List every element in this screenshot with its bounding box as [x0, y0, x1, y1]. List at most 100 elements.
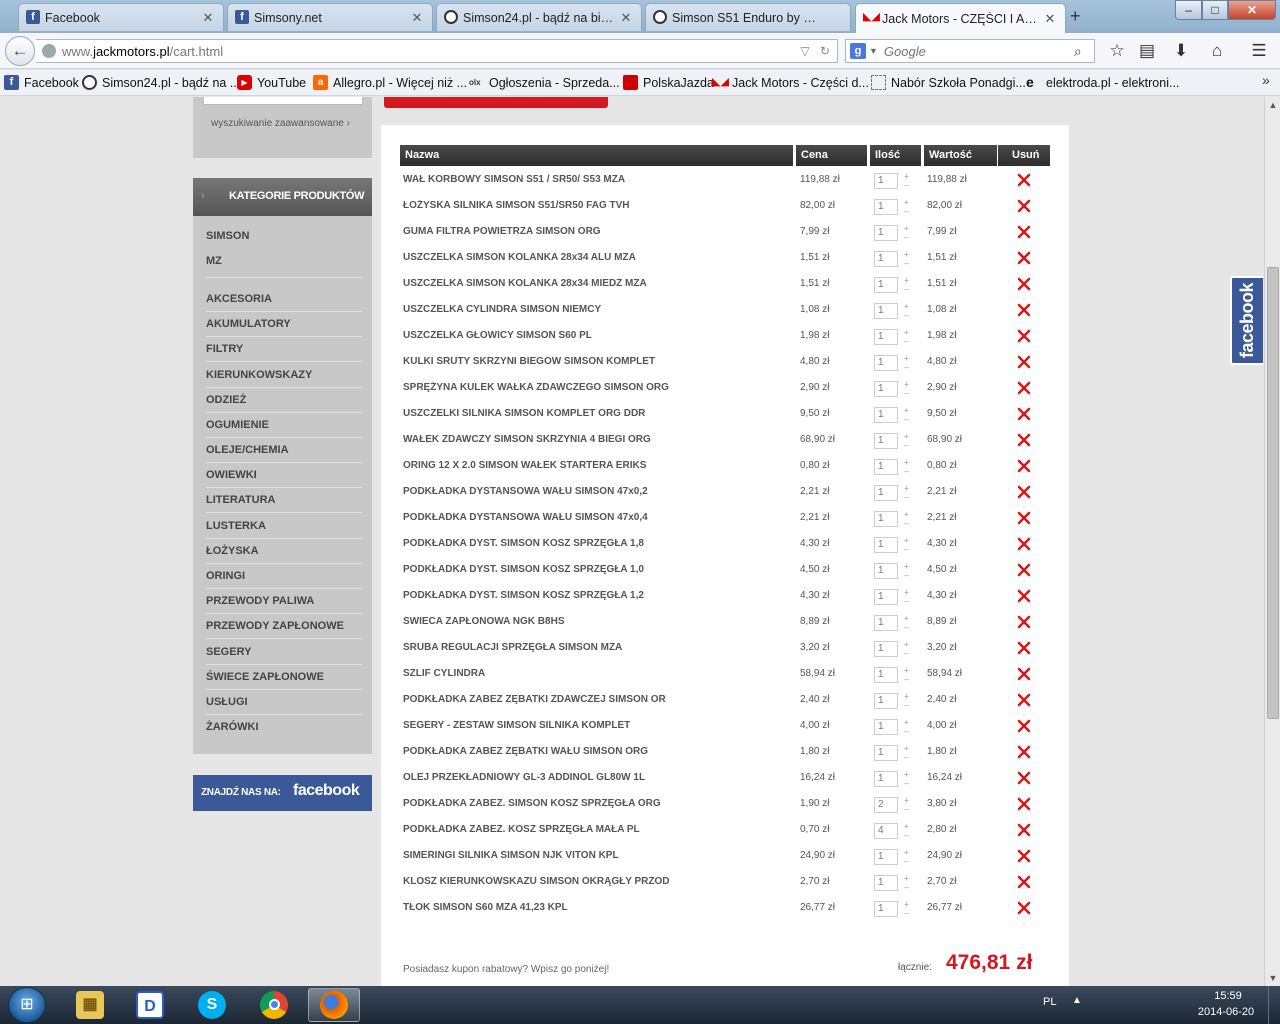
product-name[interactable]: PODKŁADKA DYSTANSOWA WAŁU SIMSON 47x0,2 — [403, 486, 793, 497]
remove-item-icon[interactable] — [1016, 562, 1032, 578]
category-simson[interactable]: SIMSON — [206, 224, 362, 249]
product-name[interactable]: OLEJ PRZEKŁADNIOWY GL-3 ADDINOL GL80W 1L — [403, 772, 793, 783]
bookmark-jack-motors[interactable]: ◣◢ Jack Motors - Części d... — [712, 75, 869, 90]
show-desktop-button[interactable] — [1268, 986, 1280, 1024]
back-button[interactable]: ← — [5, 36, 35, 66]
product-name[interactable]: WAŁEK ZDAWCZY SIMSON SKRZYNIA 4 BIEGI OR… — [403, 434, 793, 445]
page-scrollbar[interactable]: ▲ ▼ — [1264, 97, 1280, 986]
quantity-stepper[interactable]: + – — [902, 900, 911, 918]
remove-item-icon[interactable] — [1016, 380, 1032, 396]
remove-item-icon[interactable] — [1016, 536, 1032, 552]
category-akumulatory[interactable]: AKUMULATORY — [206, 312, 362, 337]
quantity-input[interactable]: 1 — [874, 771, 898, 787]
remove-item-icon[interactable] — [1016, 224, 1032, 240]
tab-simson-enduro[interactable]: Simson S51 Enduro by Dan... — [645, 3, 851, 31]
quantity-stepper[interactable]: + – — [902, 744, 911, 762]
bookmarks-list-icon[interactable]: ▤ — [1136, 41, 1158, 63]
increase-icon[interactable]: + — [904, 874, 909, 883]
increase-icon[interactable]: + — [904, 900, 909, 909]
quantity-input[interactable]: 1 — [874, 485, 898, 501]
increase-icon[interactable]: + — [904, 250, 909, 259]
quantity-input[interactable]: 1 — [874, 875, 898, 891]
decrease-icon[interactable]: – — [904, 597, 908, 606]
decrease-icon[interactable]: – — [904, 363, 908, 372]
product-name[interactable]: SIMERINGI SILNIKA SIMSON NJK VITON KPL — [403, 850, 793, 861]
decrease-icon[interactable]: – — [904, 285, 908, 294]
quantity-stepper[interactable]: + – — [902, 380, 911, 398]
minimize-button[interactable]: – — [1175, 0, 1202, 20]
quantity-input[interactable]: 1 — [874, 251, 898, 267]
decrease-icon[interactable]: – — [904, 805, 908, 814]
close-window-button[interactable]: ✕ — [1228, 0, 1276, 20]
tray-expand-icon[interactable]: ▲ — [1072, 995, 1082, 1006]
maximize-button[interactable]: □ — [1202, 0, 1228, 20]
decrease-icon[interactable]: – — [904, 675, 908, 684]
quantity-stepper[interactable]: + – — [902, 874, 911, 892]
product-name[interactable]: ORING 12 X 2.0 SIMSON WAŁEK STARTERA ERI… — [403, 460, 793, 471]
category-lusterka[interactable]: LUSTERKA — [206, 514, 362, 539]
quantity-input[interactable]: 2 — [874, 797, 898, 813]
bookmark-youtube[interactable]: ▶ YouTube — [237, 75, 306, 90]
facebook-side-tab[interactable]: facebook — [1230, 276, 1263, 365]
product-name[interactable]: KLOSZ KIERUNKOWSKAZU SIMSON OKRĄGŁY PRZÓ… — [403, 876, 793, 887]
product-search-input[interactable] — [203, 97, 363, 105]
new-tab-button[interactable]: + — [1070, 6, 1081, 27]
product-name[interactable]: ŚRUBA REGULACJI SPRZĘGŁA SIMSON MZA — [403, 642, 793, 653]
decrease-icon[interactable]: – — [904, 857, 908, 866]
search-icon[interactable]: ⌕ — [1074, 43, 1082, 60]
category-mz[interactable]: MZ — [206, 249, 362, 278]
product-name[interactable]: PODKŁADKA ZABEZ ZĘBATKI WAŁU SIMSON ORG — [403, 746, 793, 757]
taskbar-explorer[interactable]: ▦ — [64, 988, 116, 1022]
quantity-stepper[interactable]: + – — [902, 848, 911, 866]
advanced-search-link[interactable]: wyszukiwanie zaawansowane › — [211, 118, 350, 129]
start-button[interactable]: ⊞ — [8, 987, 46, 1023]
increase-icon[interactable]: + — [904, 276, 909, 285]
quantity-stepper[interactable]: + – — [902, 406, 911, 424]
increase-icon[interactable]: + — [904, 718, 909, 727]
remove-item-icon[interactable] — [1016, 432, 1032, 448]
quantity-input[interactable]: 1 — [874, 901, 898, 917]
quantity-input[interactable]: 1 — [874, 537, 898, 553]
remove-item-icon[interactable] — [1016, 640, 1032, 656]
quantity-stepper[interactable]: + – — [902, 666, 911, 684]
quantity-input[interactable]: 4 — [874, 823, 898, 839]
category-oleje-chemia[interactable]: OLEJE/CHEMIA — [206, 438, 362, 463]
reload-icon[interactable]: ↻ — [817, 44, 833, 58]
bookmark-allegro[interactable]: a Allegro.pl - Więcej niż ... — [313, 75, 467, 90]
quantity-stepper[interactable]: + – — [902, 224, 911, 242]
quantity-input[interactable]: 1 — [874, 849, 898, 865]
bookmark-polskajazda[interactable]: PolskaJazda — [623, 75, 714, 90]
taskbar-d-app[interactable]: D — [124, 988, 176, 1022]
decrease-icon[interactable]: – — [904, 389, 908, 398]
quantity-input[interactable]: 1 — [874, 277, 898, 293]
dropdown-arrow-icon[interactable]: ▽ — [797, 44, 813, 58]
decrease-icon[interactable]: – — [904, 831, 908, 840]
category-owiewki[interactable]: OWIEWKI — [206, 463, 362, 488]
product-name[interactable]: USZCZELKA SIMSON KOLANKA 28x34 MIEDŹ MZA — [403, 278, 793, 289]
product-name[interactable]: PODKŁADKA ZABEZ. SIMSON KOSZ SPRZĘGŁA OR… — [403, 798, 793, 809]
quantity-input[interactable]: 1 — [874, 719, 898, 735]
quantity-input[interactable]: 1 — [874, 641, 898, 657]
quantity-stepper[interactable]: + – — [902, 562, 911, 580]
remove-item-icon[interactable] — [1016, 770, 1032, 786]
quantity-input[interactable]: 1 — [874, 303, 898, 319]
google-icon[interactable]: g — [850, 43, 866, 59]
remove-item-icon[interactable] — [1016, 250, 1032, 266]
taskbar-firefox[interactable] — [308, 988, 360, 1022]
product-name[interactable]: SPRĘŻYNA KULEK WAŁKA ZDAWCZEGO SIMSON OR… — [403, 382, 793, 393]
category-ogumienie[interactable]: OGUMIENIE — [206, 413, 362, 438]
decrease-icon[interactable]: – — [904, 701, 908, 710]
language-indicator[interactable]: PL — [1043, 996, 1056, 1008]
product-name[interactable]: PODKŁADKA ZABEZ. KOSZ SPRZĘGŁA MAŁA PL — [403, 824, 793, 835]
address-bar[interactable]: www.jackmotors.pl/cart.html ▽ ↻ — [36, 39, 838, 63]
category-akcesoria[interactable]: AKCESORIA — [206, 287, 362, 312]
decrease-icon[interactable]: – — [904, 909, 908, 918]
product-name[interactable]: USZCZELKA SIMSON KOLANKA 28x34 ALU MZA — [403, 252, 793, 263]
increase-icon[interactable]: + — [904, 224, 909, 233]
category-segery[interactable]: SEGERY — [206, 640, 362, 665]
increase-icon[interactable]: + — [904, 328, 909, 337]
remove-item-icon[interactable] — [1016, 822, 1032, 838]
quantity-input[interactable]: 1 — [874, 199, 898, 215]
close-tab-icon[interactable]: ✕ — [619, 10, 633, 26]
tab-jack-motors[interactable]: ◣◢ Jack Motors - CZĘŚCI I AK... ✕ — [855, 3, 1066, 33]
